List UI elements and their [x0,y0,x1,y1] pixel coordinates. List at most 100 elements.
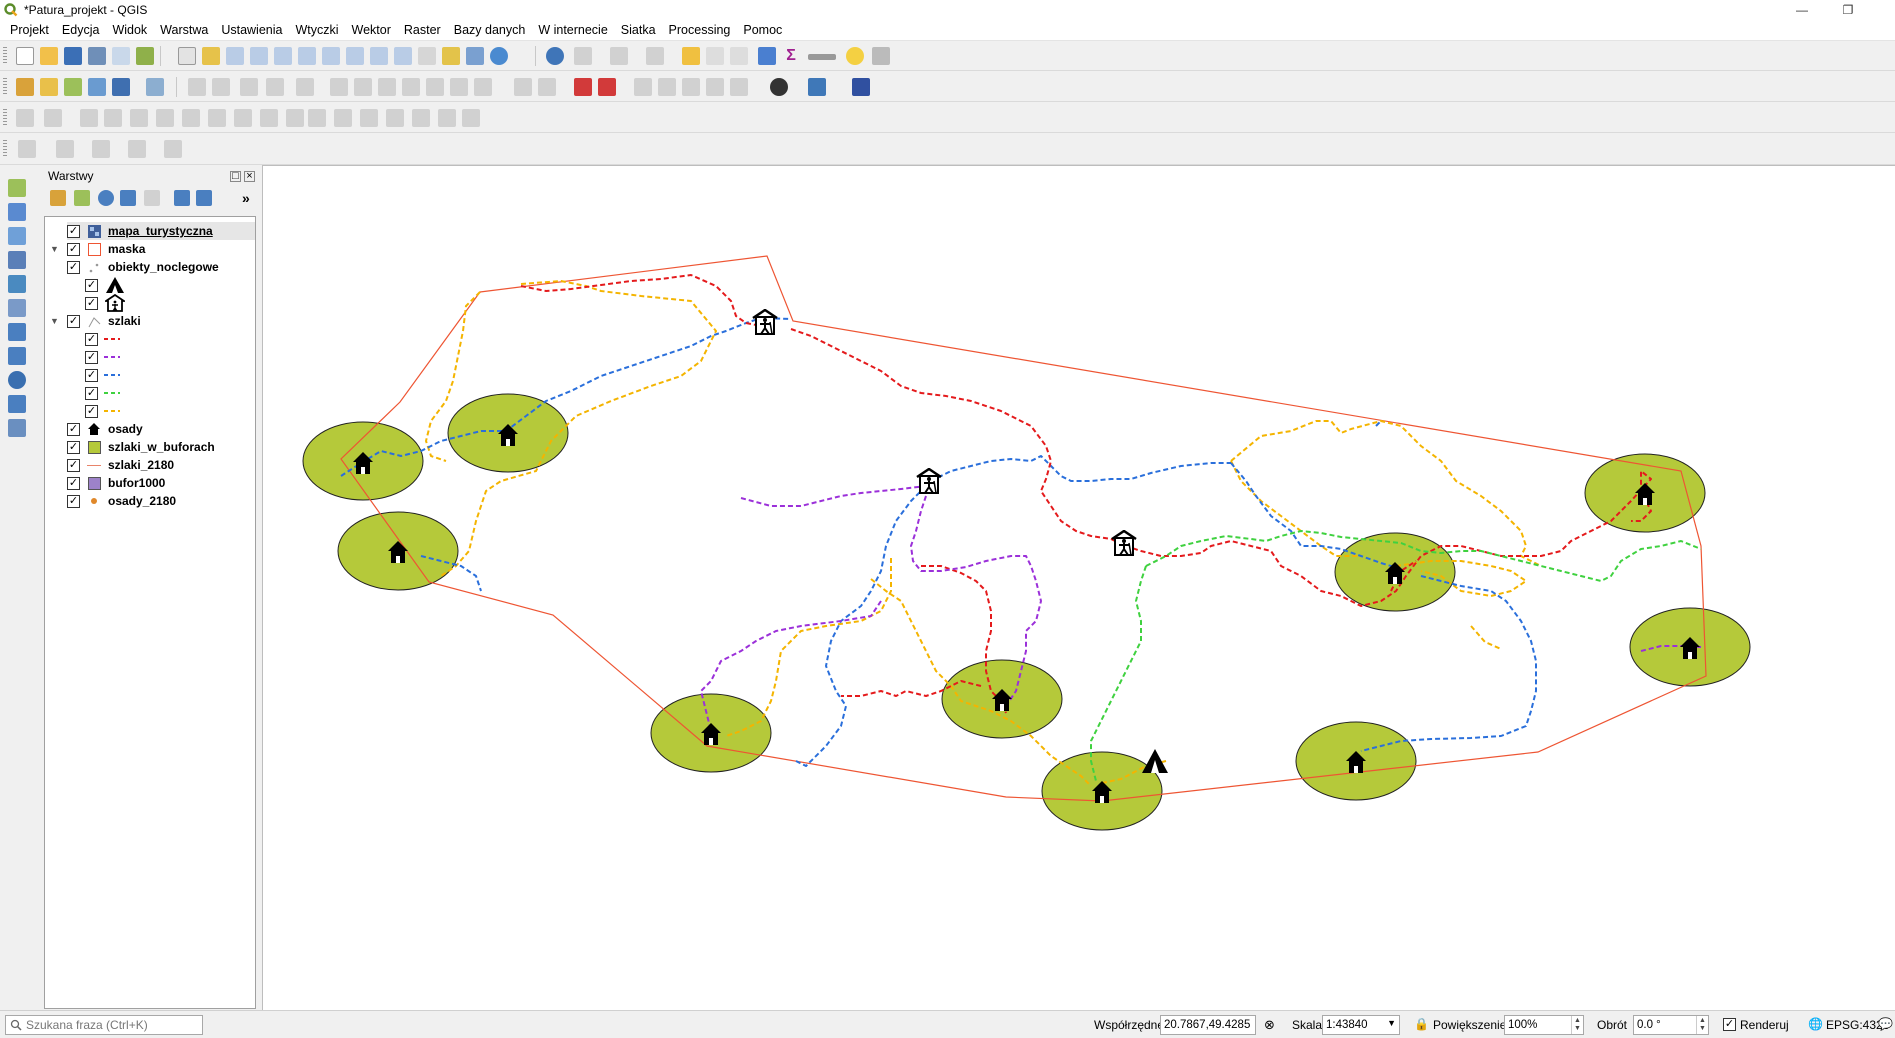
layer-checkbox[interactable]: ✓ [67,476,80,490]
layer-row-szlaki[interactable]: ✓ szlaki [67,312,141,330]
shelter-icon[interactable] [1111,530,1137,556]
zoom-full-icon[interactable] [274,47,292,65]
save-project-icon[interactable] [64,47,82,65]
measure-icon[interactable] [808,54,836,60]
cut-features-icon[interactable] [378,78,396,96]
spin-arrows-icon[interactable]: ▲ ▼ [1571,1016,1583,1034]
add-rectangle-icon[interactable] [128,140,146,158]
locator-search-input[interactable]: Szukana fraza (Ctrl+K) [5,1015,203,1035]
zoom-out-icon[interactable] [250,47,268,65]
layer-styling-icon[interactable] [50,190,66,206]
legend-item-shelter[interactable]: ✓ [85,294,132,312]
digitize-shape-icon[interactable] [18,140,36,158]
zoom-last-icon[interactable] [370,47,388,65]
menu-ustawienia[interactable]: Ustawienia [221,23,282,37]
open-project-icon[interactable] [40,47,58,65]
curve-tool-icon[interactable] [462,109,480,127]
label-pin-icon[interactable] [538,78,556,96]
current-edits-icon[interactable] [188,78,206,96]
layer-row-obiekty-noclegowe[interactable]: ✓ obiekty_noclegowe [67,258,219,276]
layer-row-szlaki-2180[interactable]: ✓ szlaki_2180 [67,456,174,474]
run-action-icon[interactable] [574,47,592,65]
split-features-icon[interactable] [308,109,326,127]
split-parts-icon[interactable] [334,109,352,127]
add-mesh-layer-icon[interactable] [8,227,26,245]
new-spatialite-icon[interactable] [88,78,106,96]
menu-widok[interactable]: Widok [112,23,147,37]
paste-features-icon[interactable] [426,78,444,96]
field-calculator-icon[interactable] [730,47,748,65]
collapse-all-icon[interactable] [196,190,212,206]
minimize-button[interactable]: — [1779,0,1825,19]
deselect-icon[interactable] [682,47,700,65]
restore-button[interactable]: ❐ [1825,0,1871,19]
toggle-editing-icon[interactable] [212,78,230,96]
legend-item-trail-purple[interactable]: ✓ [85,348,126,366]
layer-row-szlaki-w-buforach[interactable]: ✓ szlaki_w_buforach [67,438,215,456]
close-panel-icon[interactable]: × [244,170,255,182]
new-shapefile-layer-icon[interactable] [8,419,26,437]
delete-ring-icon[interactable] [104,109,122,127]
scale-combobox[interactable]: 1:43840 ▼ [1322,1015,1400,1035]
add-group-icon[interactable] [74,190,90,206]
filter-expression-icon[interactable] [144,190,160,206]
simplify-icon[interactable] [286,109,304,127]
new-virtual-layer-icon[interactable] [146,78,164,96]
expand-all-icon[interactable] [174,190,190,206]
offset-curve-icon[interactable] [208,109,226,127]
legend-checkbox[interactable]: ✓ [85,386,98,400]
fill-ring-icon[interactable] [80,109,98,127]
menu-raster[interactable]: Raster [404,23,441,37]
legend-item-tent[interactable]: ✓ [85,276,132,294]
modify-attributes-icon[interactable] [330,78,348,96]
add-ring-icon[interactable] [44,109,62,127]
advanced-digitize-icon[interactable] [16,109,34,127]
rotation-spinbox[interactable]: 0.0 ° ▲ ▼ [1633,1015,1709,1035]
add-virtual-layer-icon[interactable] [8,299,26,317]
layer-row-mapa-turystyczna[interactable]: ✓ mapa_turystyczna [67,222,255,240]
select-by-value-icon[interactable] [646,47,664,65]
digitize-icon[interactable] [266,78,284,96]
offset-point-icon[interactable] [438,109,456,127]
layer-checkbox[interactable]: ✓ [67,242,80,256]
messages-icon[interactable]: 💬 [1878,1017,1893,1031]
undock-panel-icon[interactable]: □ [230,170,241,182]
manage-visibility-icon[interactable] [98,190,114,206]
zoom-next-icon[interactable] [394,47,412,65]
identify-icon[interactable] [546,47,564,65]
map-canvas[interactable] [262,165,1895,1010]
more-tools-icon[interactable]: » [242,190,250,206]
spin-arrows-icon[interactable]: ▲ ▼ [1696,1016,1708,1034]
menu-pomoc[interactable]: Pomoc [743,23,782,37]
add-circle-icon[interactable] [56,140,74,158]
vertex-tool-icon[interactable] [296,78,314,96]
legend-checkbox[interactable]: ✓ [85,278,98,292]
trim-extend-icon[interactable] [260,109,278,127]
layer-row-bufor1000[interactable]: ✓ bufor1000 [67,474,165,492]
crs-globe-icon[interactable]: 🌐 [1808,1017,1823,1031]
zoom-in-icon[interactable] [226,47,244,65]
delete-part-icon[interactable] [156,109,174,127]
merge-features-icon[interactable] [360,109,378,127]
menu-wektor[interactable]: Wektor [352,23,391,37]
menu-warstwa[interactable]: Warstwa [160,23,208,37]
new-temp-layer-icon[interactable] [112,78,130,96]
add-part-icon[interactable] [130,109,148,127]
layer-row-osady[interactable]: ✓ osady [67,420,143,438]
text-annotation-icon[interactable] [872,47,890,65]
new-project-icon[interactable] [16,47,34,65]
statistics-sigma-icon[interactable]: Σ [782,47,800,65]
legend-checkbox[interactable]: ✓ [85,350,98,364]
rotate-symbols-icon[interactable] [412,109,430,127]
legend-checkbox[interactable]: ✓ [85,404,98,418]
layer-checkbox[interactable]: ✓ [67,422,80,436]
plugin-icon[interactable] [770,78,788,96]
layer-row-osady-2180[interactable]: ✓ osady_2180 [67,492,176,510]
merge-attributes-icon[interactable] [386,109,404,127]
reverse-line-icon[interactable] [234,109,252,127]
add-delimited-text-icon[interactable] [8,251,26,269]
layer-checkbox[interactable]: ✓ [67,314,80,328]
magnifier-spinbox[interactable]: 100% ▲ ▼ [1504,1015,1584,1035]
legend-item-trail-blue[interactable]: ✓ [85,366,126,384]
copy-features-icon[interactable] [402,78,420,96]
